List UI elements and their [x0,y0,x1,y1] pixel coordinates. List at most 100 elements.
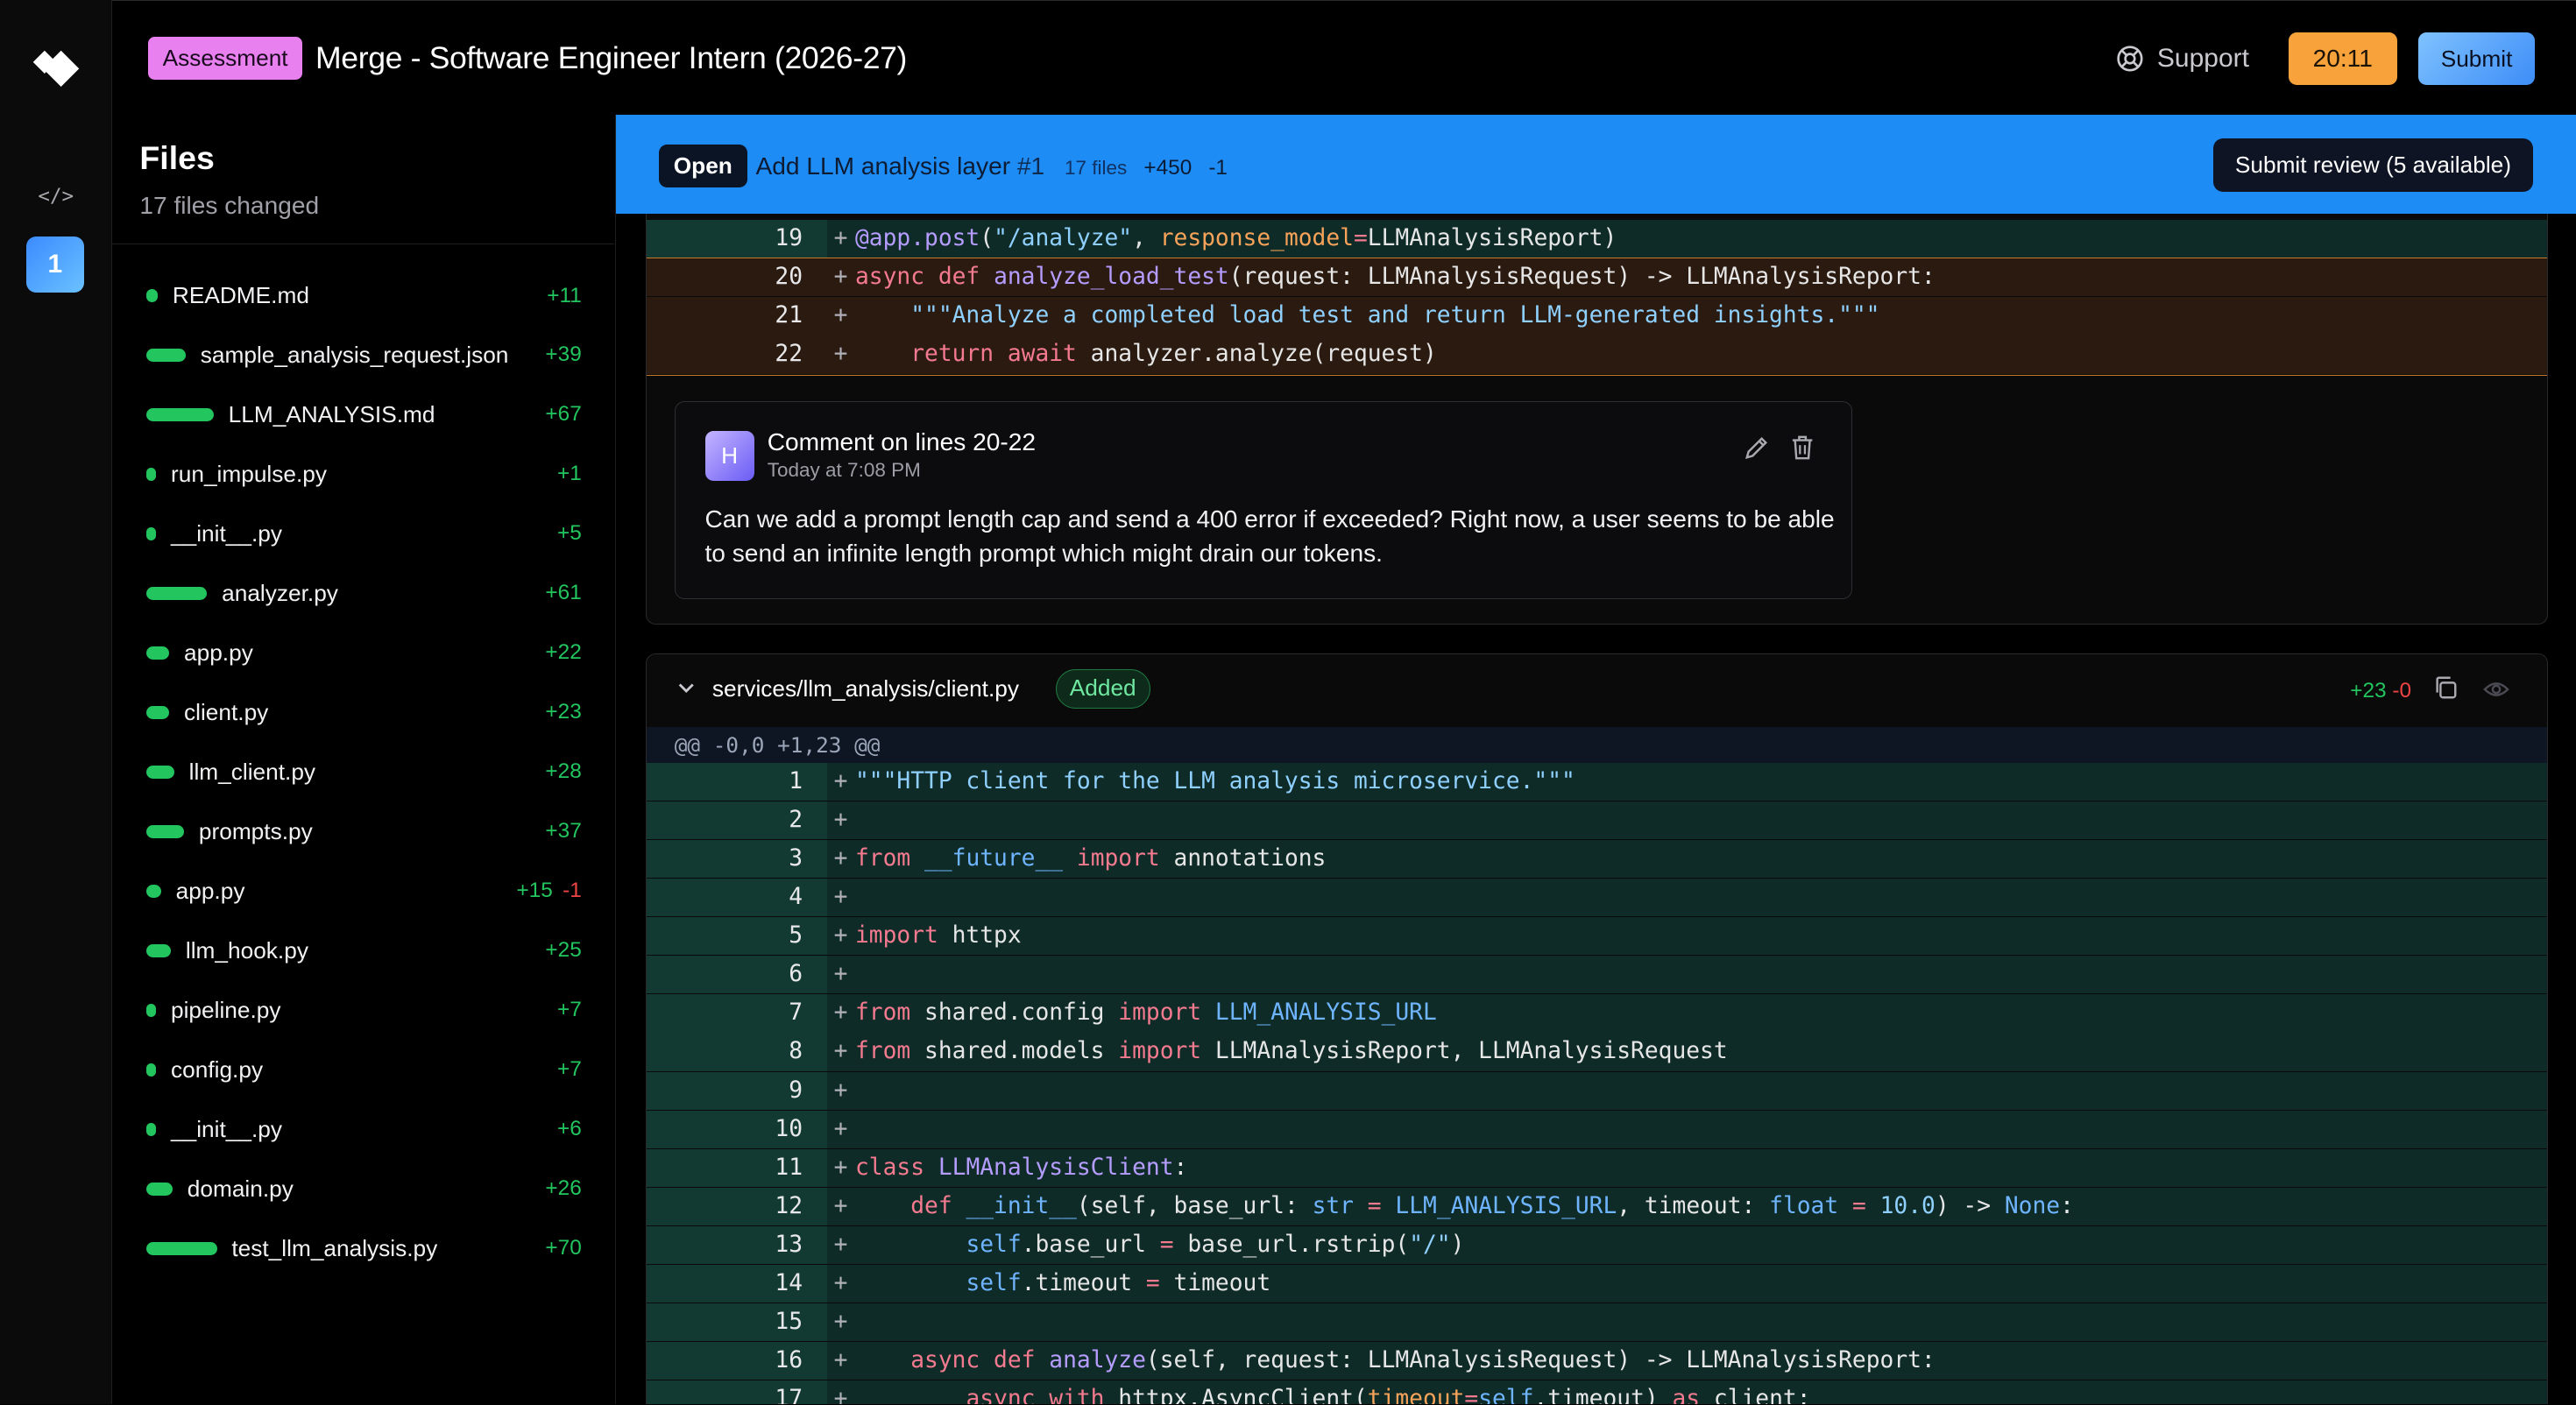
trash-icon[interactable] [1791,434,1814,461]
file-row[interactable]: analyzer.py +61 [145,575,582,611]
page-title: Merge - Software Engineer Intern (2026-2… [315,40,908,76]
file-row[interactable]: pipeline.py +7 [145,992,582,1028]
file-row[interactable]: config.py +7 [145,1051,582,1087]
file-row[interactable]: test_llm_analysis.py +70 [145,1230,582,1266]
file-name: __init__.py [171,1115,282,1142]
submit-review-button[interactable]: Submit review (5 available) [2212,138,2534,193]
diff-line[interactable]: 8 + from shared.models import LLMAnalysisR… [646,1033,2548,1071]
line-number[interactable]: 4 [647,879,803,916]
line-number[interactable]: 12 [647,1188,803,1225]
file-additions: +39 [545,342,582,367]
diff-line[interactable]: 1 + """HTTP client for the LLM analysis mi… [646,763,2548,801]
diff-line[interactable]: 4 + [646,879,2548,917]
line-number[interactable]: 6 [647,956,803,993]
file-row[interactable]: llm_client.py +28 [145,754,582,790]
file-name: domain.py [187,1175,294,1202]
file-additions: +61 [545,581,582,605]
diff-line[interactable]: 16 + async def analyze(self, request: LLM… [646,1341,2548,1380]
divider [111,243,615,245]
file-name: __init__.py [171,519,282,547]
file-row[interactable]: app.py +22 [145,635,582,671]
diff-line[interactable]: 11 + class LLMAnalysisClient: [646,1148,2548,1187]
line-number[interactable]: 22 [647,335,803,373]
line-number[interactable]: 19 [647,220,803,258]
file-row[interactable]: README.md +11 [145,278,582,314]
diff-line[interactable]: 22 + return await analyzer.analyze(reques… [646,335,2548,374]
file-row[interactable]: sample_analysis_request.json +39 [145,337,582,373]
file-name: app.py [175,877,245,904]
line-number[interactable]: 13 [647,1226,803,1264]
line-number[interactable]: 20 [647,258,803,296]
file-row[interactable]: __init__.py +6 [145,1111,582,1147]
line-number[interactable]: 15 [647,1303,803,1341]
file-deletions: -0 [2392,678,2412,702]
file-row[interactable]: LLM_ANALYSIS.md +67 [145,397,582,433]
diff-line[interactable]: 12 + def __init__(self, base_url: str = L… [646,1187,2548,1225]
top-bar: Assessment Merge - Software Engineer Int… [111,0,2576,116]
diff-line[interactable]: 14 + self.timeout = timeout [646,1264,2548,1303]
file-name: LLM_ANALYSIS.md [228,400,435,427]
added-marker: + [833,1231,848,1258]
file-additions: +23 [545,700,582,724]
edit-icon[interactable] [1744,434,1770,461]
support-button[interactable]: Support [2116,40,2249,76]
line-number[interactable]: 17 [647,1380,803,1404]
change-bar [145,943,171,957]
file-row[interactable]: prompts.py +37 [145,814,582,850]
file-row[interactable]: run_impulse.py +1 [145,456,582,492]
diff-line[interactable]: 15 + [646,1303,2548,1341]
change-bar [145,1182,173,1196]
diff-line[interactable]: 13 + self.base_url = base_url.rstrip("/") [646,1225,2548,1264]
line-number[interactable]: 11 [647,1149,803,1187]
change-bar [145,1003,157,1017]
diff-line[interactable]: 21 + """Analyze a completed load test and… [646,297,2548,335]
diff-line[interactable]: 9 + [646,1071,2548,1110]
files-panel: Files 17 files changed README.md +11 sampl… [111,115,617,1405]
code-text: def __init__(self, base_url: str = LLM_A… [910,1192,2074,1219]
code-text: @app.post("/analyze", response_model=LLM… [855,225,1617,252]
code-icon[interactable]: </> [38,180,74,214]
question-number-button[interactable]: 1 [26,237,84,293]
line-number[interactable]: 3 [647,840,803,878]
line-number[interactable]: 16 [647,1342,803,1380]
file-status-badge: Added [1055,669,1150,710]
support-label: Support [2156,44,2249,73]
added-marker: + [833,225,848,252]
line-number[interactable]: 10 [647,1111,803,1148]
file-name: client.py [184,698,269,725]
eye-icon[interactable] [2483,676,2509,702]
line-number[interactable]: 14 [647,1265,803,1303]
line-number[interactable]: 8 [647,1033,803,1070]
left-rail: </> 1 [0,0,112,1405]
code-text: class LLMAnalysisClient: [855,1154,1188,1181]
diff-line[interactable]: 19 + @app.post("/analyze", response_model=… [646,220,2548,258]
code-text: from shared.models import LLMAnalysisRep… [855,1038,1728,1065]
chevron-down-icon[interactable] [676,678,697,698]
diff-line[interactable]: 20 + async def analyze_load_test(request: … [646,258,2548,297]
diff-line[interactable]: 6 + [646,956,2548,994]
file-row[interactable]: __init__.py +5 [145,516,582,552]
line-number[interactable]: 1 [647,763,803,801]
diff-line[interactable]: 17 + async with httpx.AsyncClient(timeout… [646,1380,2548,1405]
file-row[interactable]: domain.py +26 [145,1170,582,1206]
file-row[interactable]: llm_hook.py +25 [145,933,582,969]
diff-line[interactable]: 5 + import httpx [646,917,2548,956]
line-number[interactable]: 9 [647,1072,803,1110]
file-additions: +11 [547,283,582,307]
line-number[interactable]: 2 [647,801,803,839]
change-bar [145,646,170,660]
file-path[interactable]: services/llm_analysis/client.py [712,674,1019,704]
line-number[interactable]: 5 [647,917,803,955]
diff-line[interactable]: 3 + from __future__ import annotations [646,840,2548,879]
line-number[interactable]: 21 [647,297,803,335]
line-number[interactable]: 7 [647,994,803,1032]
diff-line[interactable]: 2 + [646,801,2548,840]
file-row[interactable]: client.py +23 [145,695,582,731]
file-name: prompts.py [198,817,313,844]
copy-icon[interactable] [2432,674,2459,701]
submit-button[interactable]: Submit [2418,32,2536,85]
file-row[interactable]: app.py +15 -1 [145,873,582,909]
diff-line[interactable]: 10 + [646,1110,2548,1148]
added-marker: + [833,807,848,834]
diff-line[interactable]: 7 + from shared.config import LLM_ANALYSIS… [646,994,2548,1033]
